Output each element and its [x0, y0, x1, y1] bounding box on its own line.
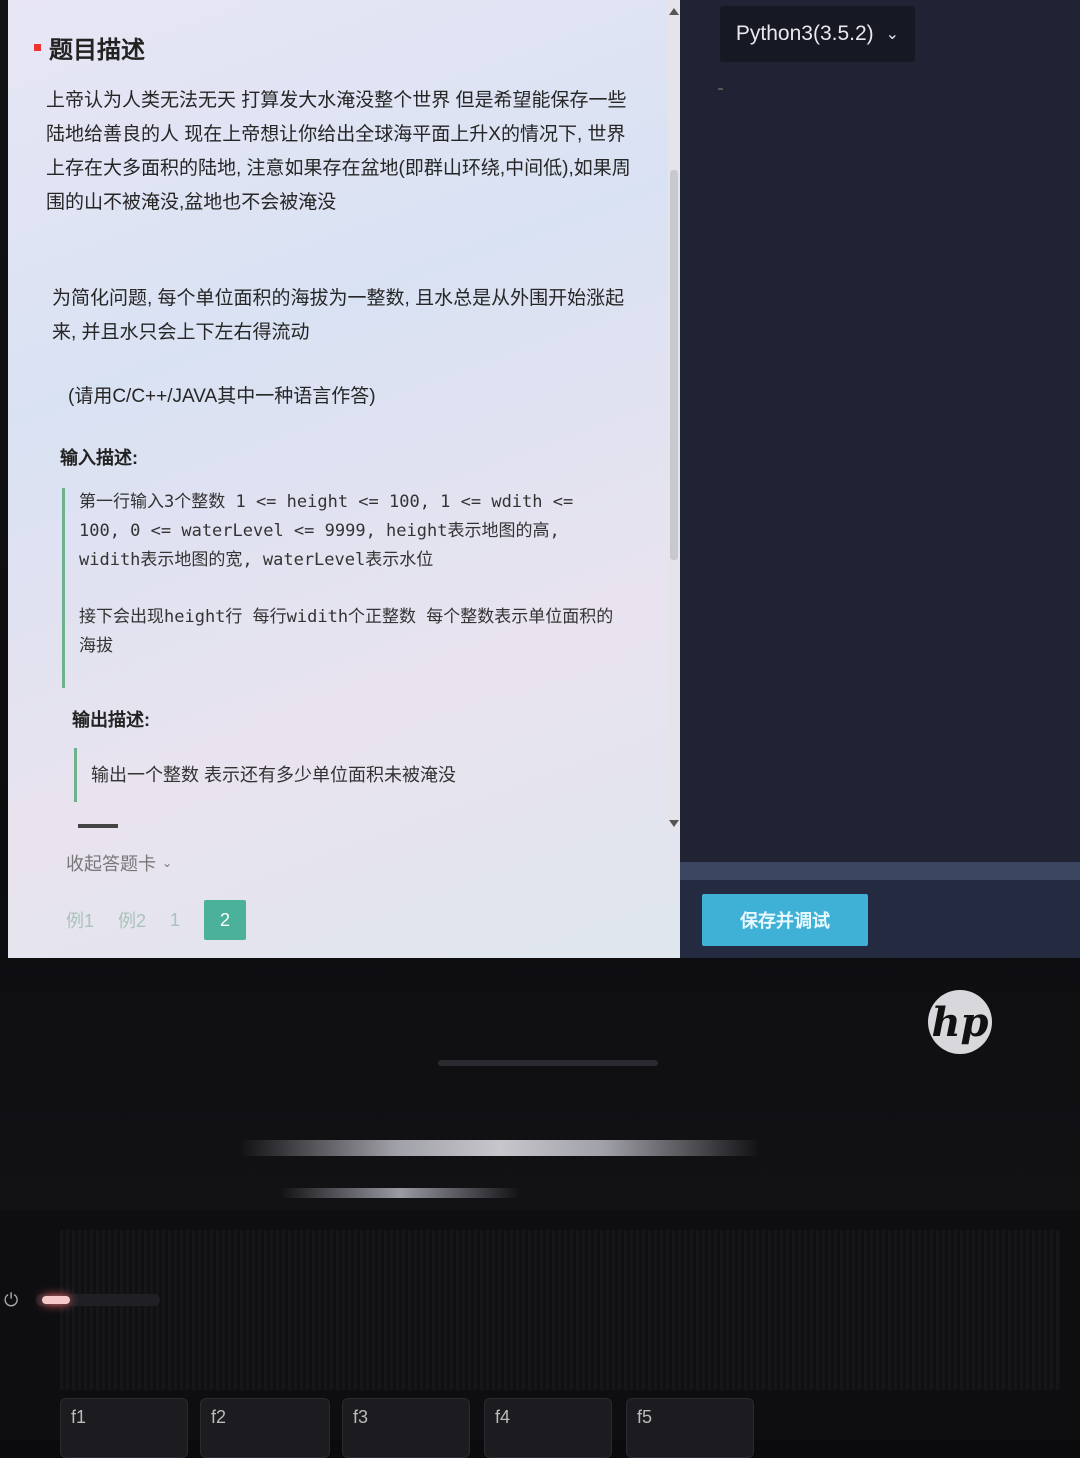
answer-card-tabs: 例1 例2 1 2	[66, 900, 247, 940]
code-editor[interactable]: Python3(3.5.2) ⌄	[680, 0, 1080, 862]
output-line-1: 输出一个整数 表示还有多少单位面积未被淹没	[91, 765, 456, 785]
problem-panel: 题目描述 上帝认为人类无法无天 打算发大水淹没整个世界 但是希望能保存一些陆地给…	[8, 0, 680, 958]
scroll-up-arrow-icon[interactable]	[669, 8, 679, 15]
problem-scrollbar[interactable]	[668, 0, 680, 830]
language-select[interactable]: Python3(3.5.2) ⌄	[720, 6, 915, 62]
speaker-grille	[60, 1230, 1060, 1390]
title-marker-icon	[34, 44, 41, 51]
collapse-answer-card-toggle[interactable]: 收起答题卡 ⌄	[66, 850, 172, 876]
scroll-down-arrow-icon[interactable]	[669, 820, 679, 827]
chevron-down-icon: ⌄	[162, 856, 173, 870]
input-line-1: 第一行输入3个整数 1 <= height <= 100, 1 <= wdith…	[79, 492, 574, 570]
hinge-line	[438, 1060, 658, 1066]
problem-scroll-area[interactable]: 题目描述 上帝认为人类无法无天 打算发大水淹没整个世界 但是希望能保存一些陆地给…	[8, 0, 668, 830]
language-select-value: Python3(3.5.2)	[735, 22, 874, 45]
key-f1[interactable]: f1	[60, 1398, 188, 1458]
editor-cursor	[718, 88, 723, 90]
screen: 题目描述 上帝认为人类无法无天 打算发大水淹没整个世界 但是希望能保存一些陆地给…	[8, 0, 1080, 958]
tab-example-1[interactable]: 例1	[66, 907, 94, 933]
power-icon: ⏻	[4, 1290, 19, 1310]
input-line-2: 接下会出现height行 每行widith个正整数 每个整数表示单位面积的海拔	[79, 607, 614, 656]
collapse-label: 收起答题卡	[66, 854, 156, 874]
problem-description: 上帝认为人类无法无天 打算发大水淹没整个世界 但是希望能保存一些陆地给善良的人 …	[46, 90, 631, 213]
editor-footer: 保存并调试	[680, 862, 1080, 958]
input-description-title: 输入描述:	[60, 448, 138, 468]
tab-question-1[interactable]: 1	[170, 910, 180, 931]
tab-question-2[interactable]: 2	[204, 900, 247, 940]
output-description: 输出一个整数 表示还有多少单位面积未被淹没	[74, 748, 611, 802]
scroll-thumb[interactable]	[670, 170, 678, 560]
key-f3[interactable]: f3	[342, 1398, 470, 1458]
problem-title: 题目描述	[34, 30, 145, 65]
hinge-glare-secondary	[280, 1188, 520, 1198]
key-f5[interactable]: f5	[626, 1398, 754, 1458]
language-requirement: (请用C/C++/JAVA其中一种语言作答)	[68, 386, 376, 407]
editor-status-strip	[680, 862, 1080, 880]
problem-title-text: 题目描述	[49, 37, 145, 64]
next-section-title-cut	[78, 824, 118, 828]
output-description-title: 输出描述:	[72, 710, 150, 730]
save-and-debug-button[interactable]: 保存并调试	[702, 894, 868, 946]
input-description: 第一行输入3个整数 1 <= height <= 100, 1 <= wdith…	[62, 488, 619, 688]
problem-simplification: 为简化问题, 每个单位面积的海拔为一整数, 且水总是从外围开始涨起来, 并且水只…	[52, 288, 625, 343]
key-f4[interactable]: f4	[484, 1398, 612, 1458]
chevron-down-icon: ⌄	[885, 26, 900, 43]
tab-example-2[interactable]: 例2	[118, 907, 146, 933]
key-f2[interactable]: f2	[200, 1398, 330, 1458]
power-led	[42, 1296, 70, 1304]
hp-logo: hp	[928, 990, 992, 1054]
hinge-glare	[240, 1140, 760, 1156]
